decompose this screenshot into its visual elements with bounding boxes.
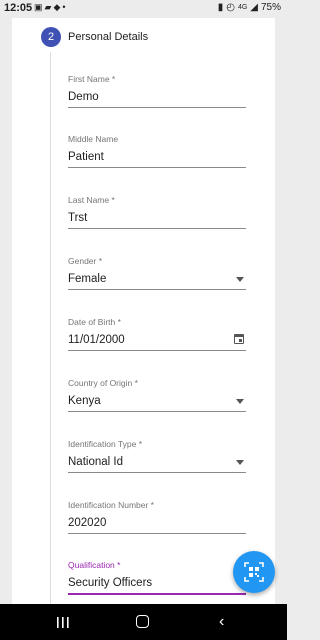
date-of-birth-field[interactable]: Date of Birth * 11/01/2000 xyxy=(68,316,246,351)
country-of-origin-label: Country of Origin * xyxy=(68,378,138,388)
last-name-label: Last Name * xyxy=(68,195,115,205)
qr-scan-button[interactable] xyxy=(233,551,275,593)
form-card: 2 Personal Details First Name * Demo Mid… xyxy=(12,18,275,612)
date-of-birth-input[interactable]: 11/01/2000 xyxy=(68,330,246,351)
identification-number-input[interactable]: 202020 xyxy=(68,513,246,534)
middle-name-field[interactable]: Middle Name Patient xyxy=(68,133,246,168)
gender-field[interactable]: Gender * Female xyxy=(68,255,246,290)
alarm-icon: ◴ xyxy=(226,2,235,13)
gender-value: Female xyxy=(68,273,107,285)
identification-number-field[interactable]: Identification Number * 202020 xyxy=(68,499,246,534)
battery-percent: 75% xyxy=(260,2,281,13)
calendar-icon[interactable] xyxy=(234,334,244,344)
middle-name-input[interactable]: Patient xyxy=(68,147,246,168)
gender-label: Gender * xyxy=(68,256,103,266)
dot-icon: • xyxy=(62,2,68,12)
image-icon: ▣ xyxy=(34,2,45,12)
identification-type-label: Identification Type * xyxy=(68,439,143,449)
status-bar: 12:05 ▣▰◆• ▮ ◴ 4G ◢ 75% xyxy=(0,0,287,18)
status-time: 12:05 xyxy=(4,2,33,14)
qr-scan-icon xyxy=(244,562,264,582)
step-connector-line xyxy=(50,52,51,612)
back-icon[interactable]: ‹ xyxy=(219,614,224,630)
date-of-birth-label: Date of Birth * xyxy=(68,317,121,327)
identification-type-value: National Id xyxy=(68,456,123,468)
recents-icon[interactable] xyxy=(57,617,69,628)
chevron-down-icon[interactable] xyxy=(236,277,244,282)
identification-number-label: Identification Number * xyxy=(68,500,154,510)
chevron-down-icon[interactable] xyxy=(236,399,244,404)
country-of-origin-field[interactable]: Country of Origin * Kenya xyxy=(68,377,246,412)
navigation-bar: ‹ xyxy=(0,604,287,640)
identification-type-field[interactable]: Identification Type * National Id xyxy=(68,438,246,473)
country-of-origin-value: Kenya xyxy=(68,395,101,407)
date-of-birth-value: 11/01/2000 xyxy=(68,334,125,346)
first-name-label: First Name * xyxy=(68,74,116,84)
home-icon[interactable] xyxy=(136,615,149,628)
notification-icons: ▣▰◆• xyxy=(34,2,68,13)
battery-saver-icon: ▮ xyxy=(217,2,224,13)
qualification-label: Qualification * xyxy=(68,560,121,570)
gender-select[interactable]: Female xyxy=(68,269,246,290)
last-name-input[interactable]: Trst xyxy=(68,208,246,229)
system-icons: ▮ ◴ 4G ◢ 75% xyxy=(218,2,281,13)
first-name-field[interactable]: First Name * Demo xyxy=(68,73,246,108)
identification-type-select[interactable]: National Id xyxy=(68,452,246,473)
middle-name-label: Middle Name xyxy=(68,134,119,144)
first-name-input[interactable]: Demo xyxy=(68,87,246,108)
network-type: 4G xyxy=(237,4,248,11)
qualification-field[interactable]: Qualification * Security Officers xyxy=(68,559,246,595)
step-number-badge: 2 xyxy=(41,27,61,47)
signal-icon: ◢ xyxy=(250,2,258,13)
step-title: Personal Details xyxy=(68,31,149,43)
country-of-origin-select[interactable]: Kenya xyxy=(68,391,246,412)
last-name-field[interactable]: Last Name * Trst xyxy=(68,194,246,229)
qualification-input[interactable]: Security Officers xyxy=(68,573,246,595)
chevron-down-icon[interactable] xyxy=(236,460,244,465)
